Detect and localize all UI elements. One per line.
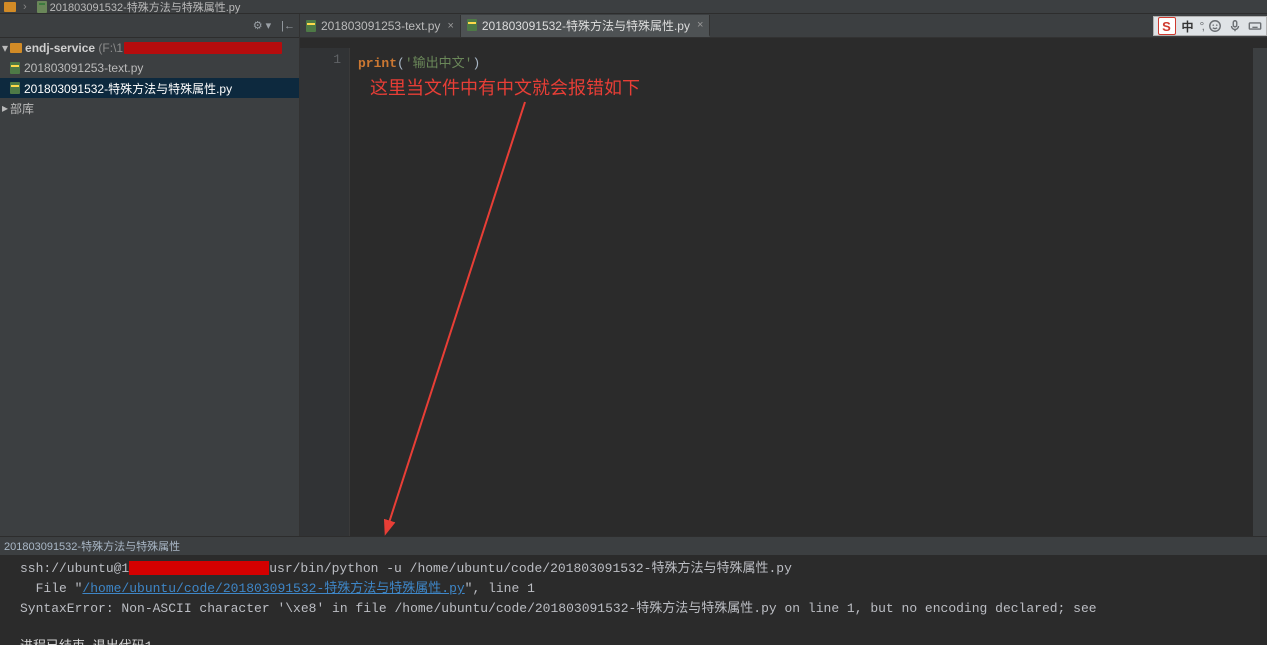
- code-paren: ): [472, 56, 480, 71]
- editor-area: 201803091253-text.py × 201803091532-特殊方法…: [300, 14, 1267, 536]
- python-file-icon: [10, 62, 20, 74]
- user-annotation-text: 这里当文件中有中文就会报错如下: [370, 74, 640, 100]
- tree-file-2[interactable]: 201803091532-特殊方法与特殊属性.py: [0, 78, 299, 98]
- vertical-scrollbar[interactable]: [1253, 48, 1267, 536]
- ime-punct-icon[interactable]: ° ,: [1200, 19, 1202, 33]
- close-icon[interactable]: ×: [447, 20, 453, 32]
- run-tool-window: 201803091532-特殊方法与特殊属性 ssh://ubuntu@1 usr…: [0, 536, 1267, 645]
- editor-tabs: 201803091253-text.py × 201803091532-特殊方法…: [300, 14, 1267, 38]
- ime-lang-button[interactable]: 中: [1182, 18, 1194, 35]
- redacted-path: [124, 42, 282, 54]
- python-file-icon: [306, 20, 316, 32]
- console-output[interactable]: ssh://ubuntu@1 usr/bin/python -u /home/ub…: [0, 555, 1267, 645]
- console-line3: SyntaxError: Non-ASCII character '\xe8' …: [20, 601, 1097, 616]
- tab-file-2[interactable]: 201803091532-特殊方法与特殊属性.py ×: [461, 15, 711, 37]
- chevron-right-icon: ›: [23, 1, 27, 13]
- gutter: 1: [300, 48, 350, 536]
- breadcrumb: › 201803091532-特殊方法与特殊属性.py: [0, 0, 1267, 14]
- ime-mic-icon[interactable]: [1228, 19, 1242, 33]
- project-root-path-prefix: (F:\1: [98, 41, 123, 55]
- tab-label: 201803091532-特殊方法与特殊属性.py: [482, 17, 690, 34]
- collapse-icon[interactable]: |←: [281, 20, 295, 32]
- ime-logo-icon[interactable]: S: [1158, 17, 1176, 35]
- console-line1-prefix: ssh://ubuntu@1: [20, 561, 129, 576]
- editor-body[interactable]: 1 print('输出中文') 这里当文件中有中文就会报错如下: [300, 48, 1267, 536]
- console-line2-suffix: ", line 1: [465, 581, 535, 596]
- ime-toolbar[interactable]: S 中 ° ,: [1153, 16, 1267, 36]
- tab-label: 201803091253-text.py: [321, 19, 440, 33]
- ime-keyboard-icon[interactable]: [1248, 19, 1262, 33]
- tree-file-1-label: 201803091253-text.py: [24, 61, 143, 75]
- project-folder-icon: [4, 2, 16, 12]
- python-file-icon: [467, 19, 477, 31]
- run-title[interactable]: 201803091532-特殊方法与特殊属性: [0, 537, 1267, 555]
- project-root[interactable]: ▾ endj-service (F:\1: [0, 38, 299, 58]
- close-icon[interactable]: ×: [697, 19, 703, 31]
- code-paren: (: [397, 56, 405, 71]
- code-area[interactable]: print('输出中文') 这里当文件中有中文就会报错如下: [350, 48, 1253, 536]
- console-exit-line: 进程已结束,退出代码1: [20, 637, 1267, 645]
- gear-icon[interactable]: ⚙ ▾: [253, 19, 271, 32]
- folder-icon: [10, 43, 22, 53]
- ime-face-icon[interactable]: [1208, 19, 1222, 33]
- console-file-link[interactable]: /home/ubuntu/code/201803091532-特殊方法与特殊属性…: [82, 581, 464, 596]
- line-number: 1: [300, 52, 341, 67]
- redacted-host: [129, 561, 269, 575]
- external-libraries[interactable]: ▸ 部库: [0, 98, 299, 118]
- console-line2-prefix: File ": [20, 581, 82, 596]
- sidebar-toolbar: ⚙ ▾ |←: [0, 14, 299, 38]
- code-keyword: print: [358, 56, 397, 71]
- project-root-name: endj-service: [25, 41, 95, 55]
- external-libraries-label: 部库: [10, 100, 34, 117]
- user-annotation-arrow: [350, 48, 1267, 536]
- breadcrumb-file[interactable]: 201803091532-特殊方法与特殊属性.py: [50, 0, 241, 15]
- python-file-icon: [37, 1, 47, 13]
- tab-file-1[interactable]: 201803091253-text.py ×: [300, 15, 461, 37]
- project-tree[interactable]: ▾ endj-service (F:\1 201803091253-text.p…: [0, 38, 299, 118]
- python-file-icon: [10, 82, 20, 94]
- tree-file-1[interactable]: 201803091253-text.py: [0, 58, 299, 78]
- code-string: '输出中文': [405, 56, 473, 71]
- console-line1-suffix: usr/bin/python -u /home/ubuntu/code/2018…: [269, 561, 792, 576]
- tree-file-2-label: 201803091532-特殊方法与特殊属性.py: [24, 80, 232, 97]
- project-sidebar: ⚙ ▾ |← ▾ endj-service (F:\1 201803091253…: [0, 14, 300, 536]
